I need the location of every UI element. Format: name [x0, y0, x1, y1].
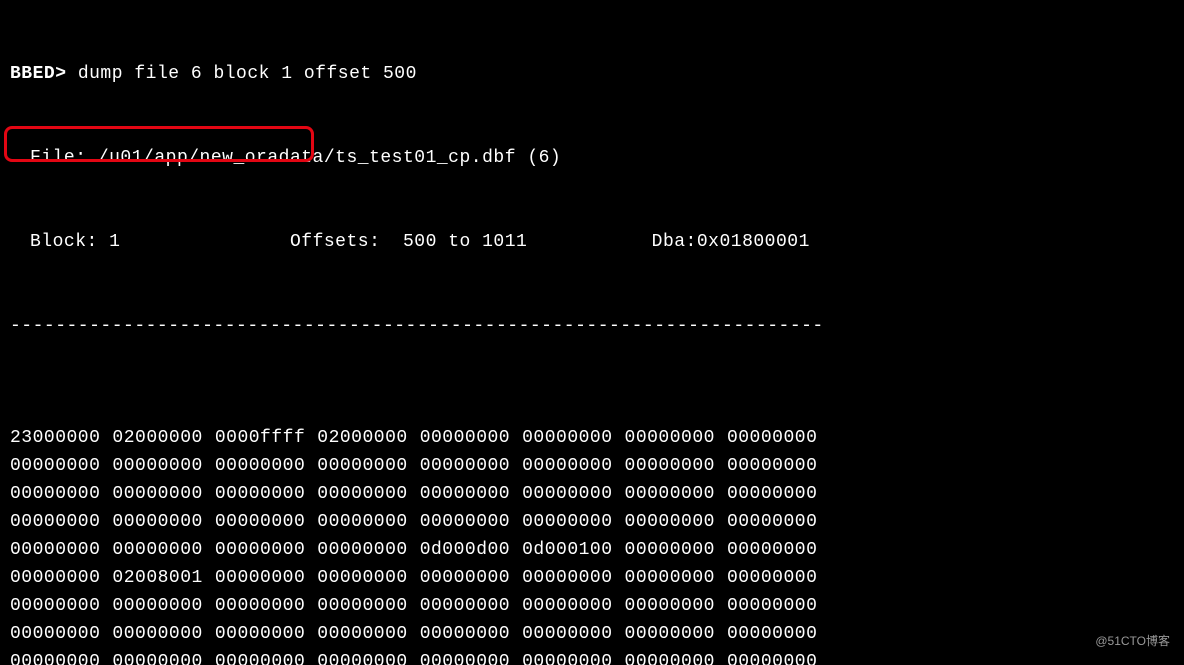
block-line: Block: 1 Offsets: 500 to 1011 Dba:0x0180…	[10, 228, 1174, 256]
hex-cell: 00000000	[215, 564, 305, 592]
hex-cell: 00000000	[317, 452, 407, 480]
watermark: @51CTO博客	[1095, 627, 1170, 655]
hex-cell: 00000000	[420, 480, 510, 508]
hex-cell: 00000000	[727, 480, 817, 508]
hex-cell: 00000000	[625, 424, 715, 452]
hex-cell: 00000000	[522, 480, 612, 508]
block-label: Block:	[30, 232, 98, 252]
hex-cell: 00000000	[727, 564, 817, 592]
hex-cell: 23000000	[10, 424, 100, 452]
hex-cell: 00000000	[727, 424, 817, 452]
hex-cell: 00000000	[317, 508, 407, 536]
hex-cell: 00000000	[420, 648, 510, 665]
hex-row: 00000000 00000000 00000000 00000000 00000000…	[10, 648, 1174, 665]
hex-cell: 00000000	[625, 592, 715, 620]
terminal: BBED> dump file 6 block 1 offset 500 Fil…	[0, 0, 1184, 665]
hex-cell: 00000000	[215, 480, 305, 508]
hex-cell: 00000000	[522, 620, 612, 648]
hex-cell: 0d000d00	[420, 536, 510, 564]
hex-cell: 00000000	[10, 592, 100, 620]
command-text: dump file 6 block 1 offset 500	[78, 64, 417, 84]
hex-cell: 00000000	[317, 592, 407, 620]
file-num: (6)	[527, 148, 561, 168]
hex-cell: 02000000	[112, 424, 202, 452]
hex-cell: 00000000	[727, 620, 817, 648]
hex-cell: 00000000	[625, 480, 715, 508]
hex-cell: 00000000	[317, 536, 407, 564]
file-line: File: /u01/app/new_oradata/ts_test01_cp.…	[10, 144, 1174, 172]
hex-cell: 00000000	[625, 536, 715, 564]
hex-cell: 00000000	[625, 452, 715, 480]
offsets-value: 500 to 1011	[403, 232, 527, 252]
hex-cell: 00000000	[625, 564, 715, 592]
hex-cell: 00000000	[10, 620, 100, 648]
hex-cell: 00000000	[112, 508, 202, 536]
hex-cell: 00000000	[522, 452, 612, 480]
hex-row: 00000000 00000000 00000000 00000000 00000000…	[10, 508, 1174, 536]
block-num: 1	[109, 232, 120, 252]
hex-cell: 00000000	[522, 424, 612, 452]
hex-cell: 00000000	[10, 648, 100, 665]
hex-cell: 00000000	[10, 452, 100, 480]
hex-cell: 00000000	[112, 452, 202, 480]
hex-row: 00000000 00000000 00000000 00000000 00000000…	[10, 452, 1174, 480]
dba-label: Dba:	[652, 232, 697, 252]
hex-cell: 00000000	[215, 452, 305, 480]
hex-cell: 00000000	[317, 480, 407, 508]
hex-cell: 00000000	[727, 452, 817, 480]
command-line: BBED> dump file 6 block 1 offset 500	[10, 60, 1174, 88]
hex-cell: 00000000	[420, 620, 510, 648]
file-label: File:	[30, 148, 87, 168]
hex-row: 00000000 00000000 00000000 00000000 00000000…	[10, 592, 1174, 620]
hex-dump: 23000000020000000000ffff0200000000000000…	[10, 424, 1174, 665]
hex-row: 00000000 00000000 00000000 00000000 0d000d00…	[10, 536, 1174, 564]
hex-cell: 00000000	[317, 620, 407, 648]
hex-row: 23000000 02000000 0000ffff 02000000 00000000…	[10, 424, 1174, 452]
hex-cell: 00000000	[10, 564, 100, 592]
hex-cell: 00000000	[727, 508, 817, 536]
hex-cell: 00000000	[112, 620, 202, 648]
hex-cell: 0000ffff	[215, 424, 305, 452]
hex-cell: 00000000	[112, 592, 202, 620]
hex-cell: 00000000	[420, 592, 510, 620]
hex-cell: 00000000	[112, 536, 202, 564]
hex-cell: 00000000	[625, 508, 715, 536]
hex-cell: 00000000	[522, 564, 612, 592]
hex-cell: 00000000	[522, 648, 612, 665]
hex-cell: 00000000	[727, 648, 817, 665]
offsets-label: Offsets:	[290, 232, 380, 252]
hex-cell: 00000000	[420, 424, 510, 452]
hex-cell: 00000000	[10, 508, 100, 536]
hex-cell: 00000000	[317, 564, 407, 592]
dba-value: 0x01800001	[697, 232, 810, 252]
hex-row: 00000000 02008001 00000000 00000000 00000000…	[10, 564, 1174, 592]
hex-cell: 00000000	[420, 564, 510, 592]
hex-cell: 00000000	[112, 648, 202, 665]
hex-cell: 00000000	[522, 508, 612, 536]
hex-cell: 00000000	[215, 620, 305, 648]
hex-cell: 00000000	[420, 452, 510, 480]
hex-cell: 00000000	[625, 648, 715, 665]
hex-cell: 00000000	[10, 480, 100, 508]
hex-cell: 00000000	[10, 536, 100, 564]
hex-cell: 0d000100	[522, 536, 612, 564]
hex-cell: 00000000	[727, 592, 817, 620]
hex-cell: 00000000	[215, 508, 305, 536]
file-path: /u01/app/new_oradata/ts_test01_cp.dbf	[98, 148, 516, 168]
hex-cell: 00000000	[317, 648, 407, 665]
hex-cell: 00000000	[215, 648, 305, 665]
hex-row: 00000000 00000000 00000000 00000000 00000000…	[10, 480, 1174, 508]
hex-cell: 00000000	[420, 508, 510, 536]
hex-cell: 00000000	[522, 592, 612, 620]
separator-dashes: ----------------------------------------…	[10, 312, 1174, 340]
hex-cell: 00000000	[215, 592, 305, 620]
hex-cell: 02008001	[112, 564, 202, 592]
hex-cell: 00000000	[112, 480, 202, 508]
prompt-label: BBED>	[10, 64, 67, 84]
hex-cell: 00000000	[727, 536, 817, 564]
hex-cell: 00000000	[625, 620, 715, 648]
hex-cell: 00000000	[215, 536, 305, 564]
hex-row: 00000000 00000000 00000000 00000000 00000000…	[10, 620, 1174, 648]
hex-cell: 02000000	[317, 424, 407, 452]
